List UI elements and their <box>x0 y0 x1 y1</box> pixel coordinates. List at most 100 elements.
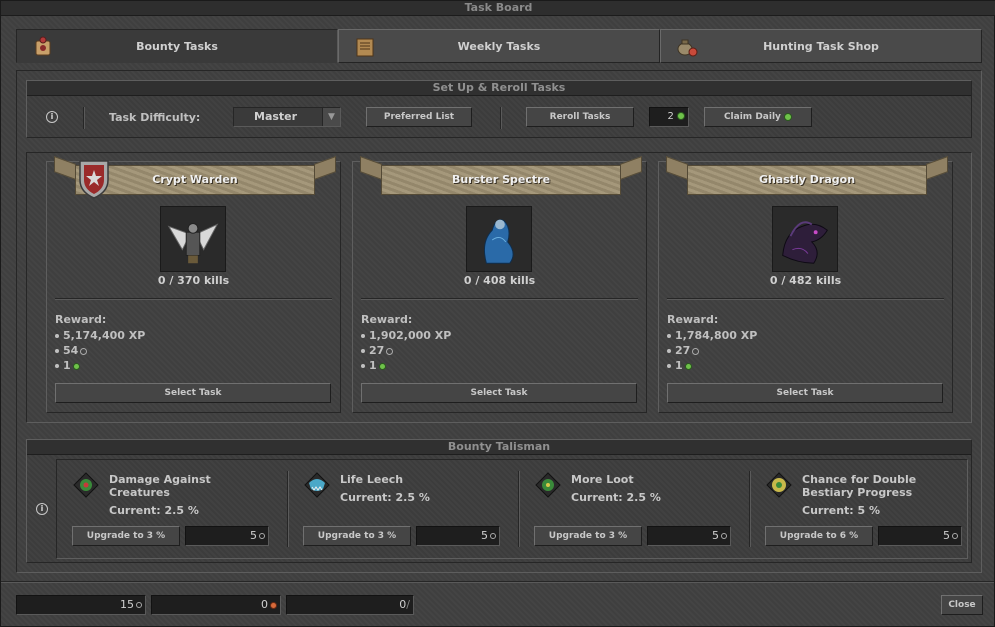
task-name: Burster Spectre <box>451 173 551 186</box>
bounty-point-icon <box>721 533 727 539</box>
tab-hunting-task-shop[interactable]: Hunting Task Shop <box>660 29 982 63</box>
divider <box>749 471 751 547</box>
task-board-window: Task Board Bounty Tasks Weekly Tasks Hun… <box>0 0 995 627</box>
task-name: Crypt Warden <box>152 173 238 186</box>
tab-weekly-tasks[interactable]: Weekly Tasks <box>338 29 660 63</box>
other-balance: 0/ <box>286 595 414 615</box>
token-icon <box>677 112 685 120</box>
bounty-point-icon <box>692 347 700 355</box>
slash-icon: / <box>406 598 410 611</box>
task-card: Burster Spectre 0 / 408 kills Reward: 1,… <box>352 161 647 413</box>
upgrade-cost: 5 <box>647 526 731 546</box>
info-icon[interactable]: i <box>46 111 58 123</box>
talisman-current: Current: 2.5 % <box>340 491 430 504</box>
bounty-point-icon <box>259 533 265 539</box>
bounty-point-icon <box>386 347 394 355</box>
task-name-banner: Crypt Warden <box>75 165 315 195</box>
reward-tokens: 1 <box>55 359 80 372</box>
window-title: Task Board <box>1 1 995 16</box>
bounty-point-icon <box>490 533 496 539</box>
claim-daily-label: Claim Daily <box>723 112 781 122</box>
tab-bounty-tasks[interactable]: Bounty Tasks <box>16 29 338 63</box>
footer-divider <box>1 581 994 583</box>
reward-tokens-value: 1 <box>63 359 71 372</box>
divider <box>518 471 520 547</box>
upgrade-cost: 5 <box>416 526 500 546</box>
bounty-point-icon <box>80 347 88 355</box>
reroll-tasks-button[interactable]: Reroll Tasks <box>526 107 634 127</box>
talisman-current: Current: 2.5 % <box>109 504 199 517</box>
reward-xp: 5,174,400 XP <box>55 329 145 342</box>
task-card: Crypt Warden 0 / 370 kills Reward: 5,174… <box>46 160 341 413</box>
tab-bar: Bounty Tasks Weekly Tasks Hunting Task S… <box>16 29 982 63</box>
reward-label: Reward: <box>361 313 413 326</box>
upgrade-more-loot-button[interactable]: Upgrade to 3 % <box>534 526 642 546</box>
tab-label: Hunting Task Shop <box>763 40 879 53</box>
upgrade-cost: 5 <box>878 526 962 546</box>
shield-icon <box>79 160 109 199</box>
reward-points-value: 27 <box>369 344 385 357</box>
tab-label: Bounty Tasks <box>136 40 218 53</box>
talisman-current: Current: 5 % <box>802 504 881 517</box>
kill-counter: 0 / 370 kills <box>157 274 230 287</box>
reward-points: 27 <box>361 344 394 357</box>
setup-section: Set Up & Reroll Tasks <box>26 80 972 138</box>
divider <box>55 298 332 300</box>
reroll-token-counter: 2 <box>649 107 689 127</box>
bounty-point-icon <box>952 533 958 539</box>
token-icon <box>378 362 386 370</box>
reward-xp-value: 1,784,800 XP <box>675 329 758 342</box>
reward-points: 27 <box>667 344 700 357</box>
divider <box>500 107 502 129</box>
task-card: Ghastly Dragon 0 / 482 kills Reward: 1,7… <box>658 161 953 413</box>
bounty-points-balance: 15 <box>16 595 146 615</box>
reward-xp: 1,902,000 XP <box>361 329 451 342</box>
talisman-current: Current: 2.5 % <box>571 491 661 504</box>
divider <box>361 298 638 300</box>
divider <box>667 298 944 300</box>
leech-talisman-icon <box>304 472 330 498</box>
kill-counter: 0 / 408 kills <box>463 274 536 287</box>
reward-xp-value: 1,902,000 XP <box>369 329 452 342</box>
talisman-name: Chance for Double Bestiary Progress <box>802 473 917 499</box>
upgrade-damage-button[interactable]: Upgrade to 3 % <box>72 526 180 546</box>
upgrade-bestiary-button[interactable]: Upgrade to 6 % <box>765 526 873 546</box>
talisman-name: Life Leech <box>340 473 404 486</box>
shop-points-balance: 0 <box>151 595 281 615</box>
setup-title: Set Up & Reroll Tasks <box>27 81 971 96</box>
reward-xp: 1,784,800 XP <box>667 329 757 342</box>
reward-label: Reward: <box>667 313 719 326</box>
divider <box>287 471 289 547</box>
talisman-title: Bounty Talisman <box>27 440 971 455</box>
select-task-button[interactable]: Select Task <box>55 383 331 403</box>
task-difficulty-value: Master <box>254 110 298 123</box>
crypt-warden-icon <box>160 206 226 272</box>
upgrade-life-leech-button[interactable]: Upgrade to 3 % <box>303 526 411 546</box>
close-button[interactable]: Close <box>941 595 983 615</box>
task-difficulty-label: Task Difficulty: <box>109 111 201 124</box>
info-icon[interactable]: i <box>36 503 48 515</box>
bestiary-talisman-icon <box>766 472 792 498</box>
select-task-button[interactable]: Select Task <box>361 383 637 403</box>
token-icon <box>784 112 793 121</box>
bounty-point-icon <box>136 602 142 608</box>
reward-points-value: 54 <box>63 344 79 357</box>
tab-label: Weekly Tasks <box>457 40 541 53</box>
chevron-down-icon[interactable]: ▼ <box>322 108 340 126</box>
token-icon <box>72 362 80 370</box>
preferred-list-button[interactable]: Preferred List <box>366 107 472 127</box>
task-name-banner: Burster Spectre <box>381 165 621 195</box>
task-name: Ghastly Dragon <box>758 173 856 186</box>
task-difficulty-select[interactable]: Master ▼ <box>233 107 341 127</box>
reward-tokens: 1 <box>361 359 386 372</box>
reward-points: 54 <box>55 344 88 357</box>
claim-daily-button[interactable]: Claim Daily <box>704 107 812 127</box>
talisman-name: More Loot <box>571 473 634 486</box>
reward-label: Reward: <box>55 313 107 326</box>
talisman-name: Damage Against Creatures <box>109 473 211 499</box>
reward-tokens: 1 <box>667 359 692 372</box>
select-task-button[interactable]: Select Task <box>667 383 943 403</box>
ghastly-dragon-icon <box>772 206 838 272</box>
task-name-banner: Ghastly Dragon <box>687 165 927 195</box>
loot-talisman-icon <box>535 472 561 498</box>
